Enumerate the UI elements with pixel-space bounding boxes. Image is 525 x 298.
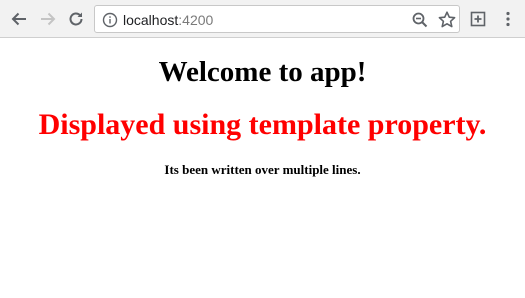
- menu-button[interactable]: [496, 7, 520, 31]
- extension-button[interactable]: [466, 7, 490, 31]
- more-vertical-icon: [506, 11, 510, 27]
- arrow-left-icon: [11, 12, 26, 26]
- zoom-out-icon[interactable]: [411, 11, 429, 29]
- extension-plus-icon: [470, 11, 486, 27]
- multiline-text: Its been written over multiple lines.: [164, 162, 361, 177]
- reload-icon: [69, 12, 83, 26]
- url-port: :4200: [178, 12, 214, 28]
- page-content: Welcome to app! Displayed using template…: [0, 39, 525, 298]
- url-text[interactable]: localhost:4200: [123, 11, 213, 29]
- arrow-right-icon: [41, 12, 56, 26]
- info-icon[interactable]: [102, 12, 118, 28]
- page-title: Welcome to app!: [158, 56, 367, 88]
- star-icon[interactable]: [437, 10, 457, 30]
- forward-button[interactable]: [36, 7, 60, 31]
- back-button[interactable]: [7, 7, 31, 31]
- url-host: localhost: [123, 12, 179, 28]
- browser-toolbar: localhost:4200: [0, 0, 525, 38]
- template-heading: Displayed using template property.: [38, 108, 487, 141]
- reload-button[interactable]: [64, 7, 88, 31]
- address-bar[interactable]: localhost:4200: [94, 5, 460, 33]
